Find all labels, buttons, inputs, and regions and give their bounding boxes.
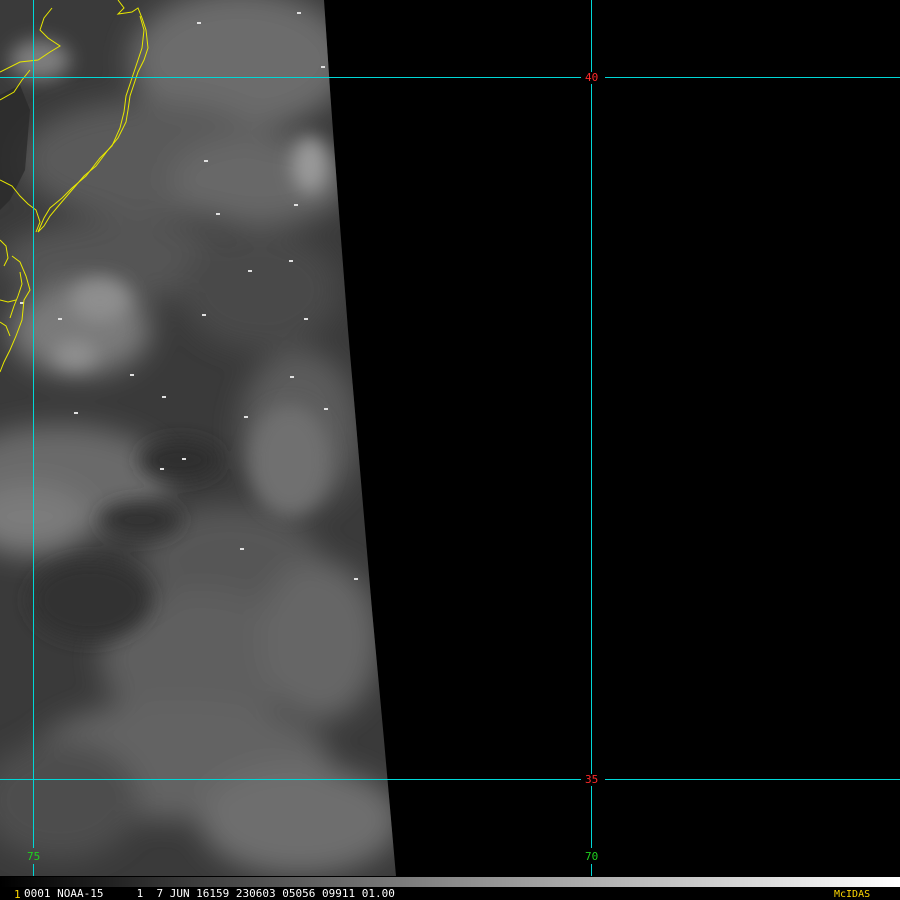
satellite-image-viewer: 40 35 75 70 1 0001 NOAA-15 1 7 JUN 16159…: [0, 0, 900, 900]
frame-marker: 1: [14, 888, 21, 900]
latitude-label-40: 40: [585, 71, 598, 84]
status-bar: 1 0001 NOAA-15 1 7 JUN 16159 230603 0505…: [0, 876, 900, 900]
grayscale-bar: [0, 877, 900, 887]
longitude-label-75: 75: [27, 850, 40, 863]
image-info-text: 0001 NOAA-15 1 7 JUN 16159 230603 05056 …: [24, 887, 395, 900]
longitude-label-70: 70: [585, 850, 598, 863]
latitude-label-35: 35: [585, 773, 598, 786]
brand-label: McIDAS: [834, 889, 870, 900]
satellite-map: 40 35 75 70 1 0001 NOAA-15 1 7 JUN 16159…: [0, 0, 900, 900]
